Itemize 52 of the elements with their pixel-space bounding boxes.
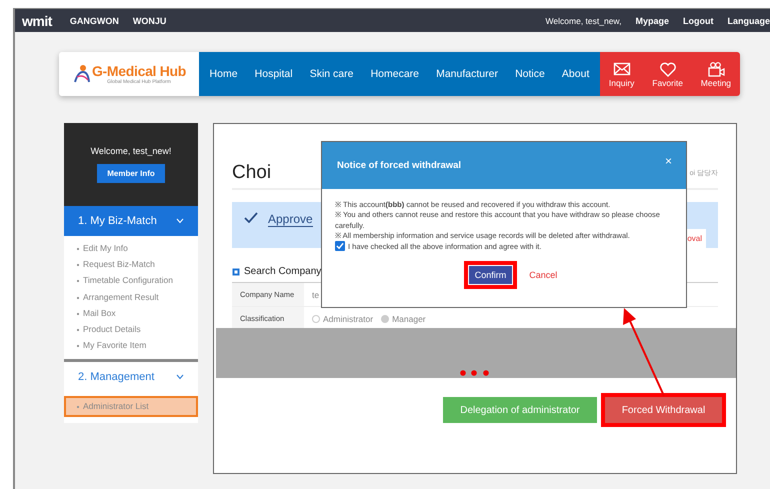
menu-item[interactable]: Administrator List: [64, 396, 198, 416]
top-link[interactable]: Language: [727, 16, 770, 26]
nav-link[interactable]: Notice: [515, 68, 545, 80]
menu-item[interactable]: Timetable Configuration: [64, 272, 198, 289]
dialog-title: Notice of forced withdrawal: [337, 160, 462, 171]
menu-item[interactable]: My Favorite Item: [64, 337, 198, 354]
welcome-text: Welcome, test_new,: [546, 16, 622, 26]
check-icon: [244, 212, 258, 223]
mail-icon: [612, 60, 631, 76]
chevron-icon: [176, 374, 184, 380]
region-link[interactable]: GANGWON: [70, 16, 119, 26]
member-info-button[interactable]: Member Info: [97, 164, 165, 183]
menu-item[interactable]: Request Biz-Match: [64, 256, 198, 272]
square-bullet-icon: [232, 268, 240, 276]
ellipsis-drawing: [460, 370, 490, 376]
nav-link[interactable]: Home: [210, 68, 238, 80]
radio-option[interactable]: Manager: [381, 314, 426, 324]
confirm-button[interactable]: Confirm: [468, 265, 514, 286]
brand-name: G-Medical Hub: [92, 63, 186, 79]
quick-link[interactable]: Favorite: [652, 60, 683, 88]
quick-link[interactable]: Meeting: [700, 60, 732, 88]
menu-section[interactable]: 1. My Biz-Match: [64, 206, 198, 236]
checkmark-icon: [336, 242, 344, 250]
welcome-text: Welcome, test_new!: [90, 146, 172, 156]
page-title: Choi: [232, 162, 272, 184]
section-heading: Search Company: [244, 266, 322, 277]
menu-item[interactable]: Mail Box: [64, 304, 198, 321]
nav-link[interactable]: Hospital: [254, 68, 293, 80]
menu-item[interactable]: Product Details: [64, 320, 198, 338]
radio-option[interactable]: Administrator: [312, 314, 374, 324]
nav-link[interactable]: About: [562, 68, 590, 80]
video-camera-icon: [706, 60, 725, 76]
top-link[interactable]: Mypage: [635, 16, 669, 26]
top-link[interactable]: Logout: [682, 16, 714, 26]
menu-item[interactable]: Edit My Info: [64, 240, 198, 256]
nav-link[interactable]: Homecare: [370, 68, 419, 80]
quick-link[interactable]: Inquiry: [608, 60, 634, 88]
field-value: te: [311, 290, 320, 300]
delegation-button[interactable]: Delegation of administrator: [443, 397, 597, 423]
status-title: Approve: [268, 212, 313, 227]
withdrawal-button[interactable]: Forced Withdrawal: [605, 397, 722, 423]
nav-link[interactable]: Manufacturer: [436, 68, 498, 80]
logo[interactable]: wmit: [22, 12, 52, 28]
logo-icon: [72, 64, 90, 84]
region-link[interactable]: WONJU: [132, 16, 166, 26]
heart-icon: [658, 60, 677, 76]
nav-link[interactable]: Skin care: [310, 68, 354, 80]
menu-item[interactable]: Arrangement Result: [64, 288, 198, 305]
cancel-link[interactable]: Cancel: [529, 270, 558, 280]
close-button[interactable]: ×: [664, 154, 672, 168]
menu-section[interactable]: 2. Management: [64, 359, 198, 392]
chevron-icon: [176, 218, 184, 224]
